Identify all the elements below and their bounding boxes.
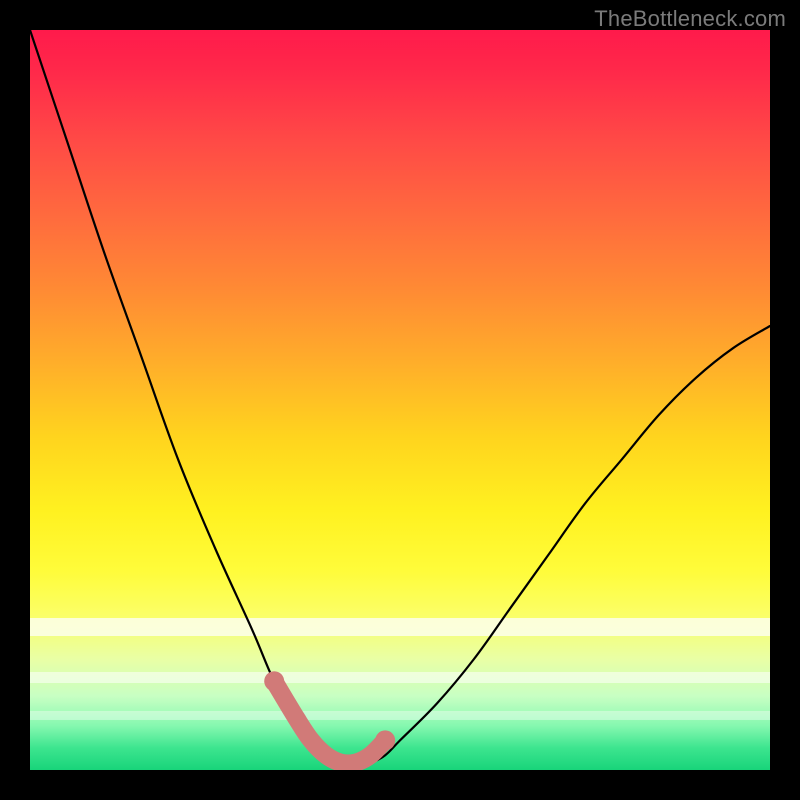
chart-frame: TheBottleneck.com [0, 0, 800, 800]
optimal-range-highlight [274, 681, 385, 763]
bottleneck-curve [30, 30, 770, 763]
plot-area [30, 30, 770, 770]
chart-svg [30, 30, 770, 770]
watermark-text: TheBottleneck.com [594, 6, 786, 32]
highlight-endpoint-dot [375, 730, 395, 750]
highlight-endpoint-dot [264, 671, 284, 691]
